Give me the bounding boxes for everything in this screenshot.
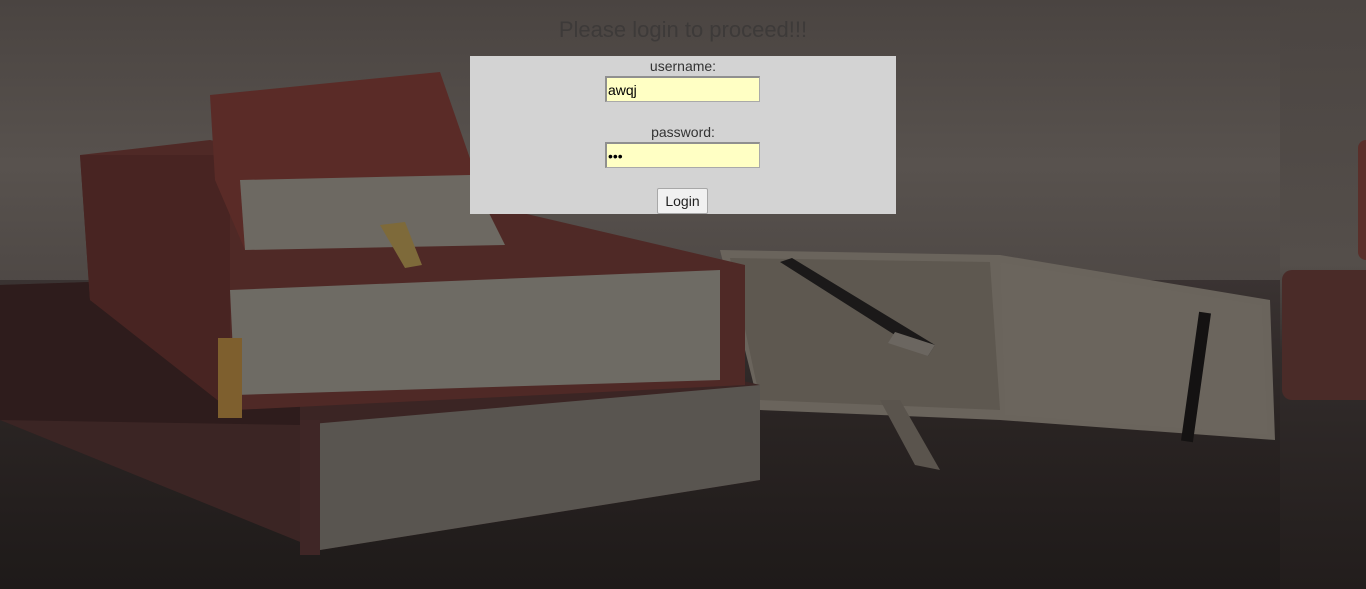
password-label: password: <box>651 124 715 140</box>
login-panel: username: password: Login <box>470 56 896 214</box>
password-input[interactable] <box>605 142 760 168</box>
login-button[interactable]: Login <box>657 188 708 214</box>
username-label: username: <box>649 58 717 74</box>
username-input[interactable] <box>605 76 760 102</box>
background-tile-book <box>1282 270 1366 400</box>
background-tile-book-top <box>1358 140 1366 260</box>
page-title: Please login to proceed!!! <box>558 17 808 42</box>
